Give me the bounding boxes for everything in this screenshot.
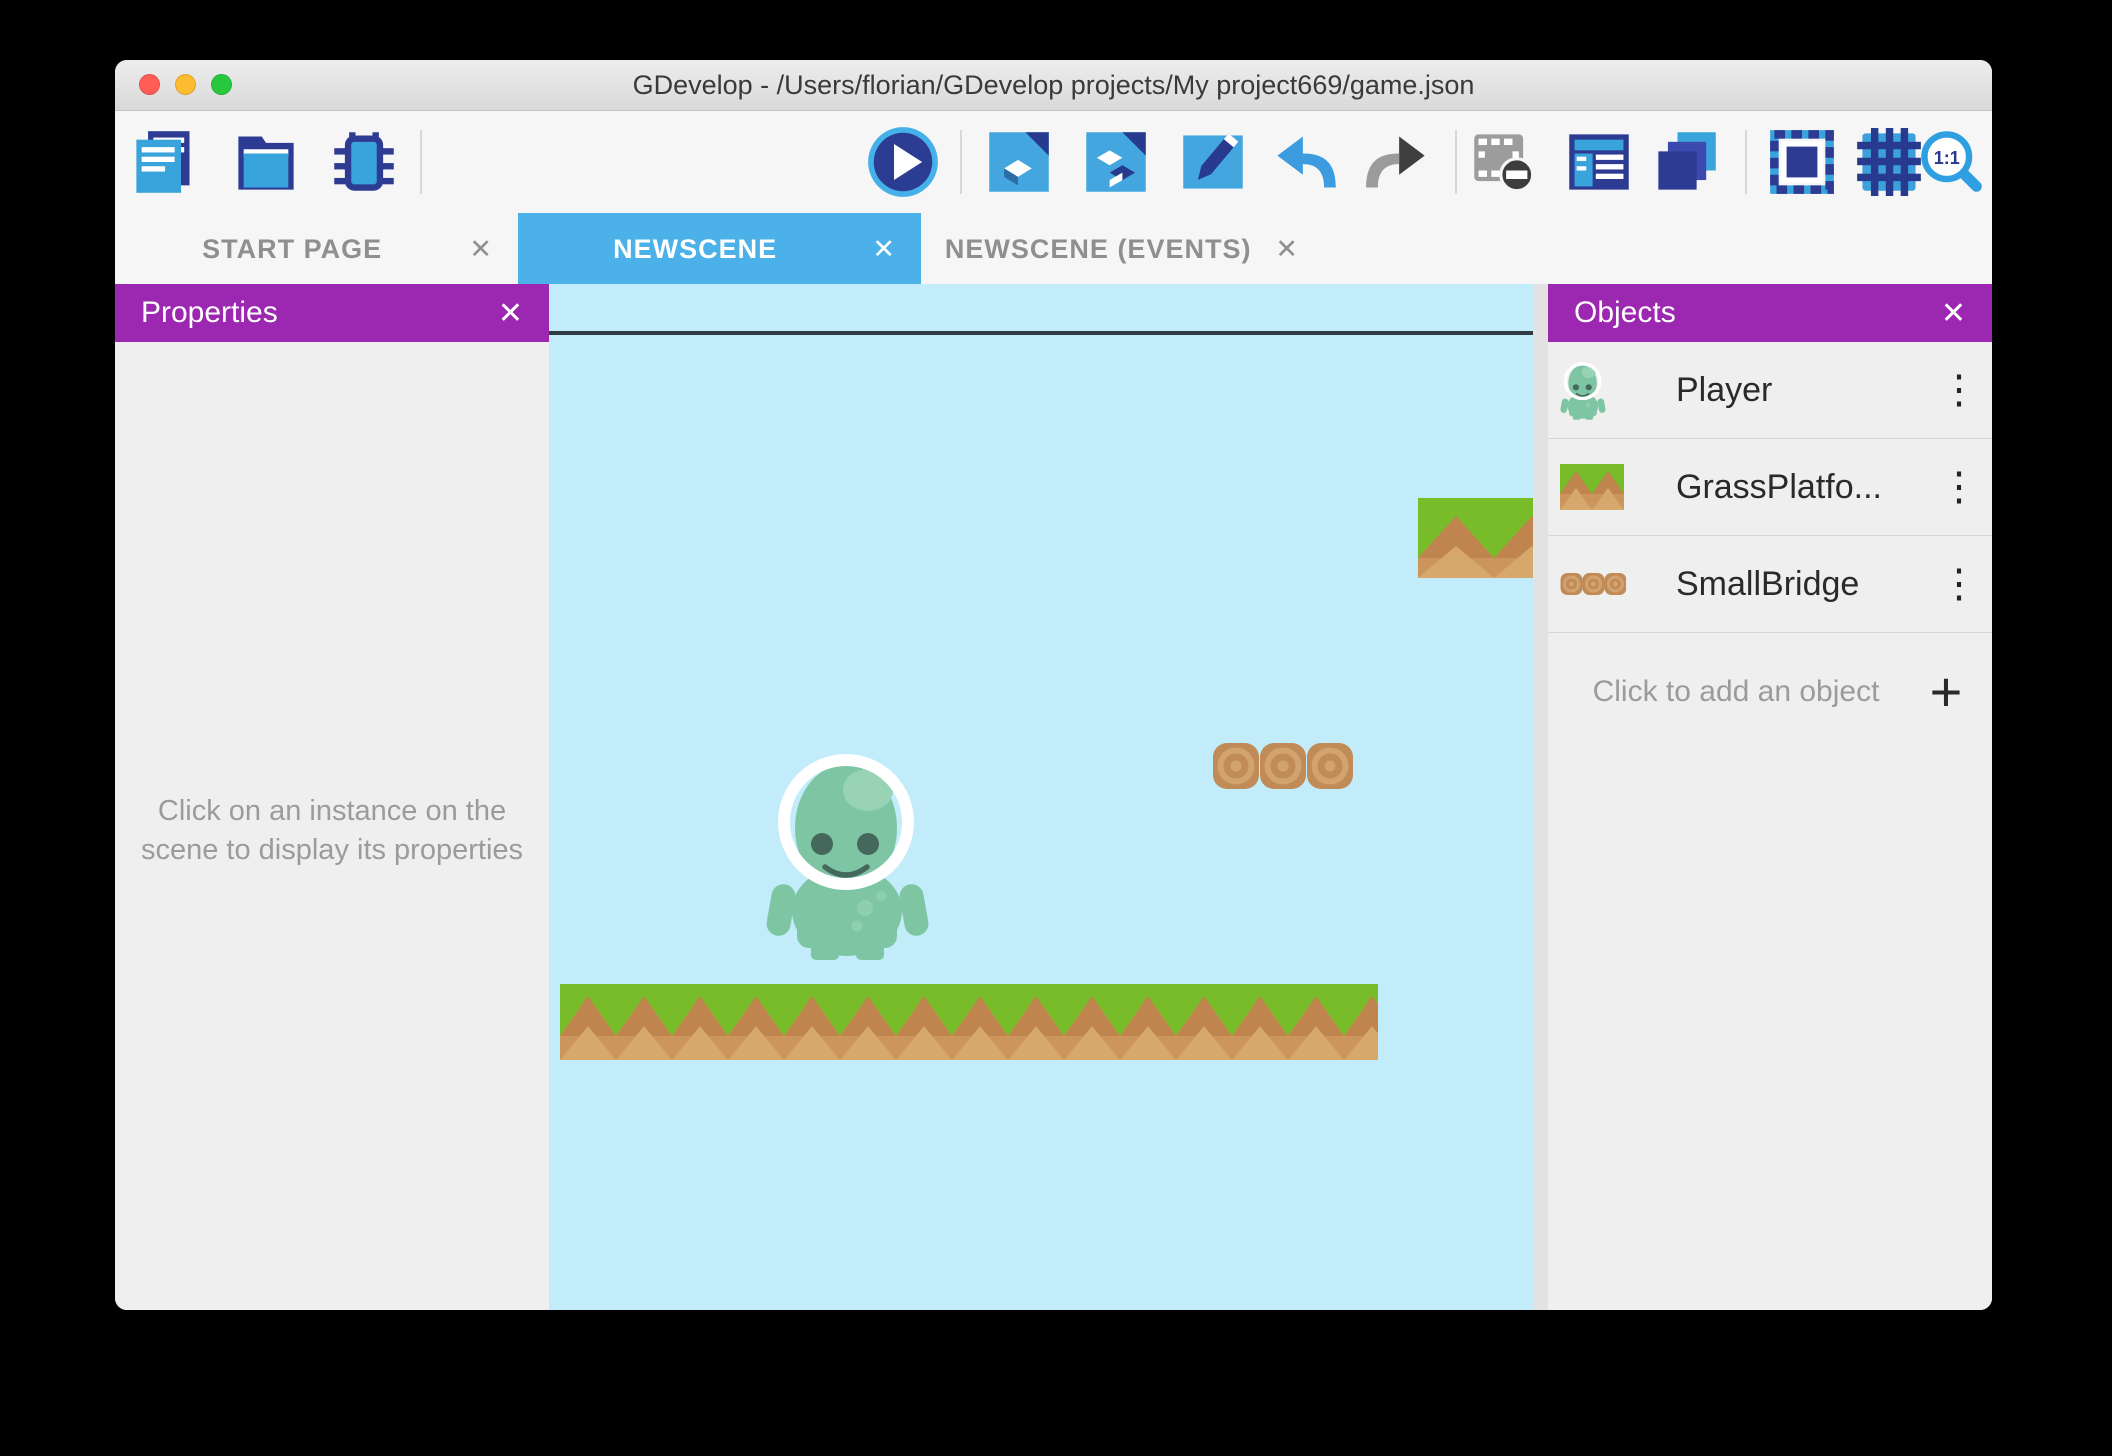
minimize-window-button[interactable] — [175, 74, 196, 95]
toggle-mask-icon[interactable] — [1470, 128, 1538, 196]
toggle-grid-icon[interactable] — [1855, 128, 1923, 196]
tab-newscene-events[interactable]: NEWSCENE (EVENTS) ✕ — [921, 213, 1324, 285]
window-title: GDevelop - /Users/florian/GDevelop proje… — [632, 69, 1475, 100]
properties-panel-header: Properties ✕ — [115, 284, 549, 342]
object-row-player[interactable]: Player ⋮ — [1548, 342, 1992, 439]
tab-label: NEWSCENE — [613, 233, 778, 264]
new-project-icon[interactable] — [130, 128, 198, 196]
zoom-1-1-icon[interactable]: 1:1 — [1917, 128, 1985, 196]
properties-empty-message: Click on an instance on the scene to dis… — [140, 795, 524, 867]
plus-icon: + — [1929, 660, 1963, 723]
small-bridge-instance[interactable] — [1212, 742, 1354, 790]
player-thumbnail-icon — [1548, 360, 1676, 420]
object-menu-icon[interactable]: ⋮ — [1926, 564, 1992, 604]
traffic-lights — [139, 74, 232, 95]
instances-list-icon[interactable] — [1565, 128, 1633, 196]
zoom-ratio-label: 1:1 — [1934, 148, 1960, 168]
add-object-button[interactable]: Click to add an object + — [1548, 633, 1992, 751]
objects-panel-header: Objects ✕ — [1548, 284, 1992, 342]
edit-objects-icon[interactable] — [1082, 128, 1150, 196]
edit-scene-properties-icon[interactable] — [1179, 128, 1247, 196]
main-area: Properties ✕ Click on an instance on the… — [115, 284, 1992, 1310]
grass-platform-thumbnail-icon — [1548, 464, 1676, 510]
undo-icon[interactable] — [1271, 128, 1339, 196]
toolbar-separator — [420, 130, 422, 194]
grass-platform-instance[interactable] — [560, 984, 1378, 1060]
tab-start-page[interactable]: START PAGE ✕ — [115, 213, 518, 285]
tab-bar: START PAGE ✕ NEWSCENE ✕ NEWSCENE (EVENTS… — [115, 213, 1992, 285]
objects-panel-title: Objects — [1574, 296, 1676, 329]
object-menu-icon[interactable]: ⋮ — [1926, 467, 1992, 507]
object-row-smallbridge[interactable]: SmallBridge ⋮ — [1548, 536, 1992, 633]
open-project-icon[interactable] — [232, 128, 300, 196]
redo-icon[interactable] — [1363, 128, 1431, 196]
close-objects-icon[interactable]: ✕ — [1941, 296, 1966, 331]
object-name: Player — [1676, 370, 1773, 409]
add-object-label: Click to add an object — [1592, 675, 1880, 708]
debugger-icon[interactable] — [330, 128, 398, 196]
object-name: SmallBridge — [1676, 564, 1860, 603]
toolbar-separator — [1745, 130, 1747, 194]
toggle-window-mask-icon[interactable] — [1768, 128, 1836, 196]
scene-top-border — [549, 331, 1533, 335]
grass-platform-instance[interactable] — [1418, 498, 1533, 578]
edit-scene-icon[interactable] — [985, 128, 1053, 196]
tab-label: NEWSCENE (EVENTS) — [944, 233, 1252, 264]
close-tab-icon[interactable]: ✕ — [872, 234, 895, 265]
tab-newscene[interactable]: NEWSCENE ✕ — [518, 213, 921, 285]
close-tab-icon[interactable]: ✕ — [1275, 234, 1298, 265]
object-row-grassplatform[interactable]: GrassPlatfo... ⋮ — [1548, 439, 1992, 536]
player-instance[interactable] — [765, 746, 930, 961]
tab-label: START PAGE — [202, 233, 383, 264]
scene-canvas[interactable] — [549, 284, 1533, 1310]
toolbar-separator — [1455, 130, 1457, 194]
gdevelop-window: GDevelop - /Users/florian/GDevelop proje… — [115, 60, 1992, 1310]
object-name: GrassPlatfo... — [1676, 467, 1882, 506]
zoom-window-button[interactable] — [211, 74, 232, 95]
properties-panel: Properties ✕ Click on an instance on the… — [115, 284, 549, 1310]
properties-panel-title: Properties — [141, 296, 278, 329]
objects-panel: Objects ✕ Player ⋮ GrassPlatfo... ⋮ Smal… — [1548, 284, 1992, 1310]
close-properties-icon[interactable]: ✕ — [498, 296, 523, 331]
object-menu-icon[interactable]: ⋮ — [1926, 370, 1992, 410]
layers-icon[interactable] — [1652, 128, 1720, 196]
play-preview-icon[interactable] — [867, 126, 939, 198]
small-bridge-thumbnail-icon — [1548, 572, 1676, 596]
toolbar-separator — [960, 130, 962, 194]
main-toolbar: 1:1 — [115, 111, 1992, 213]
close-window-button[interactable] — [139, 74, 160, 95]
title-bar: GDevelop - /Users/florian/GDevelop proje… — [115, 60, 1992, 111]
close-tab-icon[interactable]: ✕ — [469, 234, 492, 265]
